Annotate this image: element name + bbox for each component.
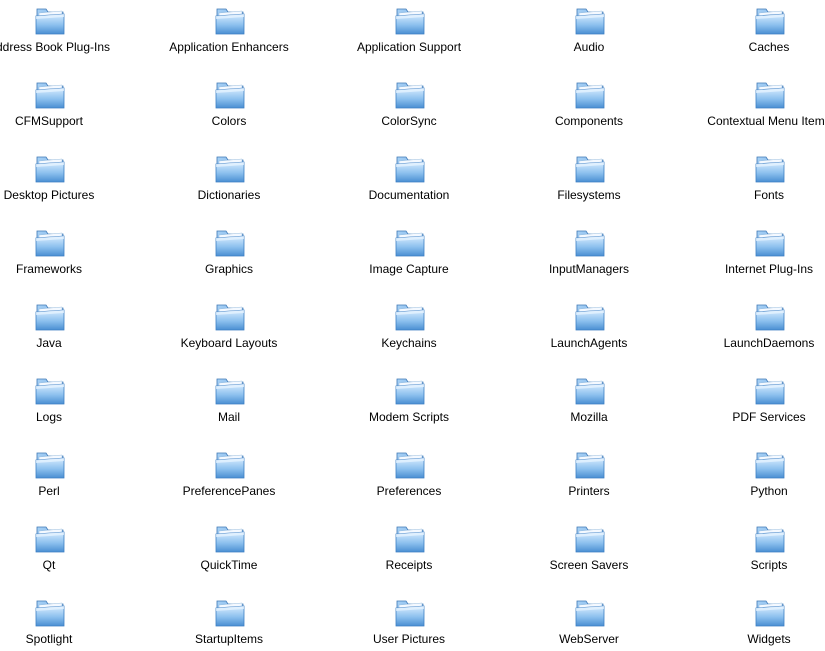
folder-launchagents[interactable]: LaunchAgents — [499, 296, 679, 370]
folder-label: PDF Services — [732, 410, 806, 424]
folder-perl[interactable]: Perl — [0, 444, 139, 518]
folder-icon — [393, 373, 427, 407]
folder-icon — [213, 225, 247, 259]
folder-icon — [753, 3, 787, 37]
finder-icon-view: Address Book Plug-Ins Application Enhanc… — [0, 0, 825, 651]
folder-label: Contextual Menu Items — [707, 114, 825, 128]
folder-graphics[interactable]: Graphics — [139, 222, 319, 296]
folder-application-support[interactable]: Application Support — [319, 0, 499, 74]
folder-icon — [213, 3, 247, 37]
folder-icon — [393, 151, 427, 185]
folder-icon — [393, 595, 427, 629]
folder-inputmanagers[interactable]: InputManagers — [499, 222, 679, 296]
folder-colorsync[interactable]: ColorSync — [319, 74, 499, 148]
folder-icon — [753, 299, 787, 333]
folder-icon — [573, 225, 607, 259]
folder-icon — [213, 595, 247, 629]
folder-internet-plug-ins[interactable]: Internet Plug-Ins — [679, 222, 825, 296]
folder-icon — [753, 151, 787, 185]
folder-launchdaemons[interactable]: LaunchDaemons — [679, 296, 825, 370]
folder-python[interactable]: Python — [679, 444, 825, 518]
folder-icon — [393, 77, 427, 111]
folder-modem-scripts[interactable]: Modem Scripts — [319, 370, 499, 444]
folder-icon — [213, 521, 247, 555]
folder-icon — [33, 225, 67, 259]
folder-icon — [33, 521, 67, 555]
folder-icon — [573, 373, 607, 407]
folder-user-pictures[interactable]: User Pictures — [319, 592, 499, 651]
folder-mail[interactable]: Mail — [139, 370, 319, 444]
folder-address-book-plug-ins[interactable]: Address Book Plug-Ins — [0, 0, 139, 74]
folder-label: Widgets — [747, 632, 791, 646]
folder-icon — [573, 77, 607, 111]
folder-image-capture[interactable]: Image Capture — [319, 222, 499, 296]
folder-widgets[interactable]: Widgets — [679, 592, 825, 651]
folder-icon — [33, 3, 67, 37]
folder-icon — [33, 151, 67, 185]
folder-icon — [753, 521, 787, 555]
folder-icon — [573, 3, 607, 37]
folder-fonts[interactable]: Fonts — [679, 148, 825, 222]
folder-documentation[interactable]: Documentation — [319, 148, 499, 222]
folder-icon — [33, 595, 67, 629]
folder-receipts[interactable]: Receipts — [319, 518, 499, 592]
folder-preferencepanes[interactable]: PreferencePanes — [139, 444, 319, 518]
folder-label: Fonts — [753, 188, 784, 202]
folder-icon — [753, 373, 787, 407]
folder-webserver[interactable]: WebServer — [499, 592, 679, 651]
folder-contextual-menu-items[interactable]: Contextual Menu Items — [679, 74, 825, 148]
folder-icon — [753, 77, 787, 111]
folder-label: Scripts — [750, 558, 788, 572]
folder-icon — [573, 447, 607, 481]
folder-icon — [393, 225, 427, 259]
folder-keyboard-layouts[interactable]: Keyboard Layouts — [139, 296, 319, 370]
folder-frameworks[interactable]: Frameworks — [0, 222, 139, 296]
folder-caches[interactable]: Caches — [679, 0, 825, 74]
folder-label: Caches — [748, 40, 790, 54]
folder-icon — [753, 225, 787, 259]
folder-icon — [213, 373, 247, 407]
folder-icon — [393, 299, 427, 333]
folder-icon — [753, 595, 787, 629]
folder-components[interactable]: Components — [499, 74, 679, 148]
folder-icon — [213, 77, 247, 111]
folder-application-enhancers[interactable]: Application Enhancers — [139, 0, 319, 74]
folder-icon — [573, 521, 607, 555]
folder-icon — [33, 299, 67, 333]
folder-java[interactable]: Java — [0, 296, 139, 370]
folder-cfmsupport[interactable]: CFMSupport — [0, 74, 139, 148]
folder-scripts[interactable]: Scripts — [679, 518, 825, 592]
folder-label: Python — [750, 484, 788, 498]
folder-icon — [213, 151, 247, 185]
folder-audio[interactable]: Audio — [499, 0, 679, 74]
folder-icon — [573, 151, 607, 185]
folder-printers[interactable]: Printers — [499, 444, 679, 518]
folder-colors[interactable]: Colors — [139, 74, 319, 148]
folder-screen-savers[interactable]: Screen Savers — [499, 518, 679, 592]
folder-icon — [393, 447, 427, 481]
folder-desktop-pictures[interactable]: Desktop Pictures — [0, 148, 139, 222]
folder-label: LaunchDaemons — [723, 336, 815, 350]
folder-icon — [753, 447, 787, 481]
folder-startupitems[interactable]: StartupItems — [139, 592, 319, 651]
folder-qt[interactable]: Qt — [0, 518, 139, 592]
folder-dictionaries[interactable]: Dictionaries — [139, 148, 319, 222]
folder-keychains[interactable]: Keychains — [319, 296, 499, 370]
folder-pdf-services[interactable]: PDF Services — [679, 370, 825, 444]
folder-icon — [393, 3, 427, 37]
folder-icon — [573, 595, 607, 629]
folder-icon — [213, 447, 247, 481]
folder-icon — [33, 373, 67, 407]
folder-quicktime[interactable]: QuickTime — [139, 518, 319, 592]
folder-preferences[interactable]: Preferences — [319, 444, 499, 518]
folder-label: Internet Plug-Ins — [724, 262, 814, 276]
folder-icon — [213, 299, 247, 333]
folder-filesystems[interactable]: Filesystems — [499, 148, 679, 222]
folder-icon — [33, 447, 67, 481]
folder-icon — [393, 521, 427, 555]
folder-icon — [33, 77, 67, 111]
folder-icon — [573, 299, 607, 333]
folder-mozilla[interactable]: Mozilla — [499, 370, 679, 444]
folder-logs[interactable]: Logs — [0, 370, 139, 444]
